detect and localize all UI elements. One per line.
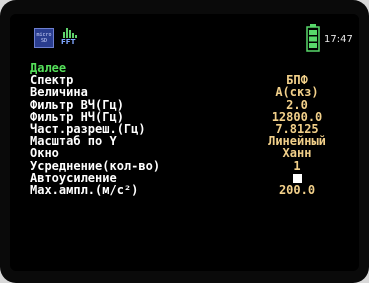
autogain-checkbox[interactable] (292, 173, 302, 183)
menu-header-label: Далее (30, 61, 67, 75)
menu-item-value: 2.0 (286, 97, 308, 112)
menu-item-label: Автоусиление (30, 170, 117, 185)
menu-item-value: Линейный (268, 134, 326, 149)
menu-item-label: Част.разреш.(Гц) (30, 121, 146, 136)
menu-item-value: Ханн (282, 146, 312, 161)
menu-item-label: Величина (30, 85, 88, 100)
menu-item-averaging[interactable]: Усреднение(кол-во) 1 (30, 160, 356, 172)
menu-item-quantity[interactable]: Величина А(скз) (30, 86, 356, 98)
menu-item-value: 7.8125 (275, 121, 319, 136)
menu-item-label: Усреднение(кол-во) (30, 158, 161, 173)
battery-icon (306, 24, 320, 52)
menu-item-label: Спектр (30, 73, 74, 88)
sd-card-icon: micro SD (34, 28, 54, 48)
menu-item-label: Фильтр НЧ(Гц) (30, 109, 124, 124)
spectrum-bars-icon (63, 28, 77, 38)
fft-icon: FFT (60, 26, 80, 48)
settings-menu: Далее Спектр БПФ Величина А(скз) Фильтр … (30, 62, 356, 196)
clock: 17:47 (324, 34, 353, 45)
menu-item-value: А(скз) (275, 85, 319, 100)
menu-item-value: БПФ (286, 73, 308, 88)
menu-item-value: 1 (293, 158, 301, 173)
device-screen: micro SD FFT 17:47 Далее Спектр БПФ Вели… (10, 14, 359, 271)
menu-item-max-amplitude[interactable]: Мах.ампл.(м/с²) 200.0 (30, 184, 356, 196)
menu-item-label: Окно (30, 146, 59, 161)
status-bar: micro SD FFT 17:47 (10, 14, 359, 60)
menu-item-label: Масштаб по Y (30, 134, 117, 149)
fft-label: FFT (61, 38, 76, 46)
menu-item-label: Фильтр ВЧ(Гц) (30, 97, 124, 112)
menu-item-value: 12800.0 (271, 109, 323, 124)
device-bezel: micro SD FFT 17:47 Далее Спектр БПФ Вели… (0, 0, 369, 283)
menu-item-window[interactable]: Окно Ханн (30, 147, 356, 159)
menu-item-label: Мах.ампл.(м/с²) (30, 182, 139, 197)
menu-item-value: 200.0 (278, 182, 316, 197)
autogain-checkbox-wrap (252, 172, 342, 184)
menu-item-highpass-filter[interactable]: Фильтр ВЧ(Гц) 2.0 (30, 99, 356, 111)
